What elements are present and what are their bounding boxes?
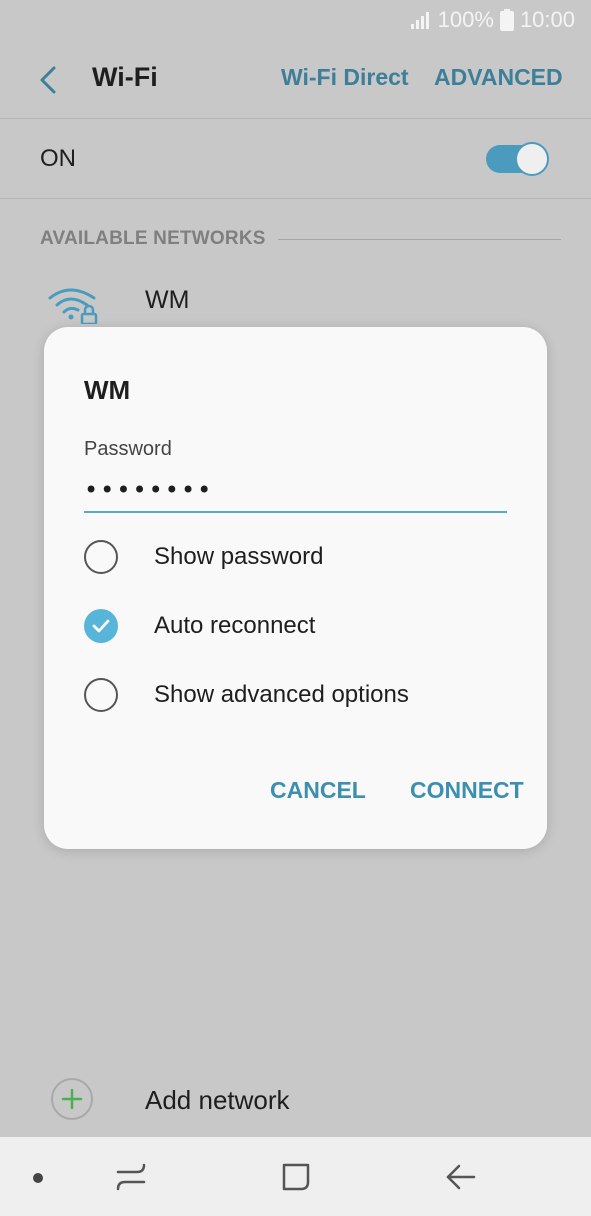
add-network-label: Add network bbox=[145, 1085, 290, 1115]
chevron-left-icon bbox=[40, 66, 56, 94]
home-button[interactable] bbox=[276, 1159, 316, 1195]
checkmark-icon bbox=[92, 619, 110, 633]
show-password-option[interactable]: Show password bbox=[84, 535, 507, 579]
password-input[interactable] bbox=[84, 469, 507, 513]
wifi-toggle-row[interactable]: ON bbox=[0, 118, 591, 198]
password-label: Password bbox=[84, 438, 172, 460]
battery-icon bbox=[499, 9, 514, 31]
back-arrow-icon bbox=[446, 1164, 476, 1190]
navigation-bar bbox=[0, 1137, 591, 1216]
show-advanced-checkbox[interactable] bbox=[84, 678, 118, 712]
clock: 10:00 bbox=[519, 7, 575, 32]
show-password-checkbox[interactable] bbox=[84, 540, 118, 574]
nav-back-button[interactable] bbox=[441, 1159, 481, 1195]
network-list-item[interactable]: WM bbox=[0, 270, 591, 330]
wifi-direct-button[interactable]: Wi-Fi Direct bbox=[281, 64, 409, 91]
section-title: AVAILABLE NETWORKS bbox=[40, 228, 266, 249]
auto-reconnect-checkbox[interactable] bbox=[84, 609, 118, 643]
wifi-password-dialog: WM Password Show password Auto reconnect… bbox=[44, 327, 547, 849]
section-divider bbox=[277, 238, 561, 240]
add-network-item[interactable]: Add network bbox=[0, 1070, 591, 1130]
page-title: Wi-Fi bbox=[92, 62, 158, 92]
wifi-toggle-switch[interactable] bbox=[486, 142, 549, 176]
connect-button[interactable]: CONNECT bbox=[410, 777, 524, 804]
battery-percent: 100% bbox=[437, 7, 494, 32]
toggle-knob bbox=[515, 142, 549, 176]
option-label: Show advanced options bbox=[154, 681, 409, 708]
advanced-button[interactable]: ADVANCED bbox=[434, 64, 563, 91]
home-icon bbox=[282, 1163, 310, 1191]
show-advanced-options-option[interactable]: Show advanced options bbox=[84, 673, 507, 717]
auto-reconnect-option[interactable]: Auto reconnect bbox=[84, 604, 507, 648]
wifi-lock-icon bbox=[48, 288, 98, 324]
divider bbox=[0, 198, 591, 199]
wifi-state-label: ON bbox=[40, 145, 76, 172]
signal-icon bbox=[410, 12, 429, 29]
option-label: Show password bbox=[154, 543, 324, 570]
dialog-title: WM bbox=[84, 375, 131, 405]
network-name: WM bbox=[145, 286, 190, 314]
cancel-button[interactable]: CANCEL bbox=[270, 777, 366, 804]
recents-icon bbox=[116, 1163, 146, 1191]
back-button[interactable] bbox=[30, 62, 66, 98]
recents-button[interactable] bbox=[111, 1159, 151, 1195]
nav-dot-indicator[interactable] bbox=[33, 1173, 43, 1183]
app-bar: Wi-Fi Wi-Fi Direct ADVANCED bbox=[0, 40, 591, 118]
plus-icon bbox=[51, 1078, 93, 1120]
available-networks-header: AVAILABLE NETWORKS bbox=[40, 228, 561, 250]
option-label: Auto reconnect bbox=[154, 612, 316, 639]
status-bar: 100% 10:00 bbox=[0, 0, 591, 40]
